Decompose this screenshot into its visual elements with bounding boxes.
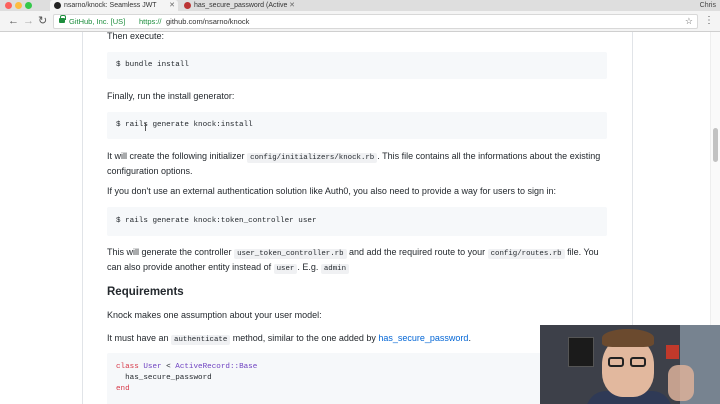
tab-title: has_secure_password (Active: [194, 2, 288, 9]
reload-icon[interactable]: ↻: [38, 14, 47, 28]
code-class-name: User: [143, 363, 162, 371]
finally-run-text: Finally, run the install generator:: [107, 91, 235, 101]
authenticate-paragraph: It must have an authenticate method, sim…: [107, 332, 607, 347]
text: method, similar to the one added by: [230, 333, 379, 343]
entity-admin-code: admin: [320, 264, 350, 274]
code-line: $ bundle install: [116, 61, 189, 69]
code-line: end: [107, 384, 607, 395]
text: It will create the following initializer: [107, 151, 248, 161]
browser-toolbar: ← → ↻ GitHub, Inc. [US] https:// github.…: [0, 11, 720, 32]
code-keyword: class: [116, 363, 139, 371]
tab-title: nsarno/knock: Seamless JWT: [64, 2, 157, 9]
entity-user-code: user: [273, 264, 298, 274]
authenticate-code: authenticate: [171, 335, 231, 345]
webcam-overlay: [540, 325, 720, 404]
back-arrow-icon[interactable]: ←: [8, 14, 19, 28]
ev-certificate-label[interactable]: GitHub, Inc. [US]: [69, 15, 125, 28]
text: .: [468, 333, 471, 343]
close-window-icon[interactable]: [5, 2, 12, 9]
code-line: $ rails generate knock:token_controller …: [116, 217, 317, 225]
url-scheme: https://: [139, 17, 162, 26]
text: . E.g.: [297, 262, 321, 272]
then-execute-text: Then execute:: [107, 32, 165, 41]
scrollbar-thumb[interactable]: [713, 128, 718, 162]
tab-knock[interactable]: nsarno/knock: Seamless JWT ✕: [50, 0, 178, 11]
auth-solution-text: If you don't use an external authenticat…: [107, 186, 556, 196]
presenter-hair: [602, 329, 654, 347]
token-controller-code: $ rails generate knock:token_controller …: [107, 207, 607, 236]
page-favicon-icon: [184, 2, 191, 9]
requirements-heading: Requirements: [107, 286, 184, 298]
minimize-window-icon[interactable]: [15, 2, 22, 9]
bundle-install-code: $ bundle install: [107, 52, 607, 79]
user-model-code: class User < ActiveRecord::Base has_secu…: [107, 353, 607, 404]
assumption-text: Knock makes one assumption about your us…: [107, 310, 322, 320]
tab-has-secure-password[interactable]: has_secure_password (Active ✕: [180, 0, 298, 11]
code-keyword: end: [116, 385, 130, 393]
lock-icon: [59, 15, 66, 23]
webcam-wall-sign: [568, 337, 594, 367]
code-operator: <: [161, 363, 176, 371]
webcam-red-object: [666, 345, 679, 359]
github-favicon-icon: [54, 2, 61, 9]
url-path: github.com/nsarno/knock: [166, 17, 250, 26]
text-cursor-icon: [145, 123, 146, 131]
text: and add the required route to your: [346, 247, 488, 257]
presenter-hand: [668, 365, 694, 401]
code-superclass: ActiveRecord::Base: [175, 363, 258, 371]
install-generator-code: $ rails generate knock:install: [107, 112, 607, 139]
controller-paragraph: This will generate the controller user_t…: [107, 246, 607, 276]
close-tab-icon[interactable]: ✕: [169, 0, 175, 11]
initializer-paragraph: It will create the following initializer…: [107, 150, 607, 178]
routes-file-code: config/routes.rb: [487, 249, 565, 259]
code-line: class User < ActiveRecord::Base: [107, 353, 607, 373]
profile-name[interactable]: Chris: [700, 0, 716, 11]
tab-strip: nsarno/knock: Seamless JWT ✕ has_secure_…: [0, 0, 720, 11]
maximize-window-icon[interactable]: [25, 2, 32, 9]
forward-arrow-icon[interactable]: →: [23, 14, 34, 28]
text: This will generate the controller: [107, 247, 235, 257]
text: It must have an: [107, 333, 172, 343]
code-line: $ rails generate knock:install: [116, 121, 253, 129]
initializer-file-code: config/initializers/knock.rb: [247, 153, 378, 163]
close-tab-icon[interactable]: ✕: [289, 0, 295, 11]
presenter-glasses: [630, 357, 646, 367]
has-secure-password-link[interactable]: has_secure_password: [378, 333, 468, 343]
code-line: has_secure_password: [116, 374, 212, 382]
controller-file-code: user_token_controller.rb: [234, 249, 347, 259]
browser-menu-icon[interactable]: ⋮: [704, 14, 714, 28]
address-bar[interactable]: GitHub, Inc. [US] https:// github.com/ns…: [53, 14, 698, 29]
presenter-glasses: [608, 357, 624, 367]
bookmark-star-icon[interactable]: ☆: [685, 15, 693, 28]
